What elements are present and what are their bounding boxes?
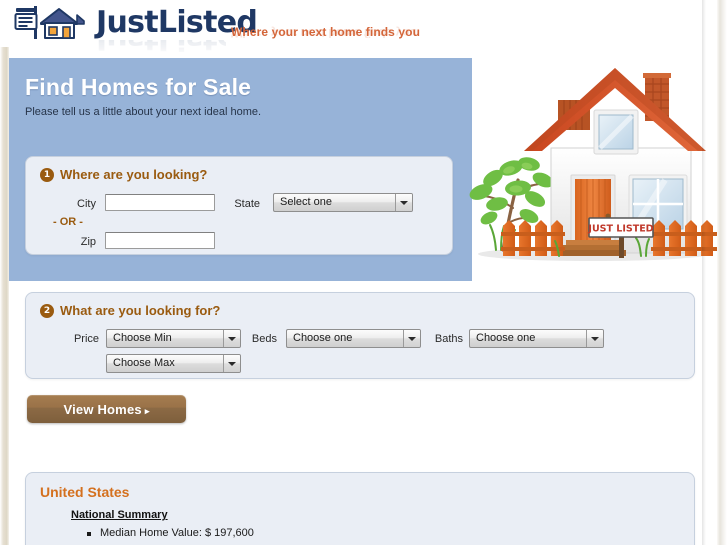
chevron-down-icon[interactable] xyxy=(586,330,603,347)
state-select[interactable]: Select one xyxy=(273,193,413,212)
view-homes-label: View Homes xyxy=(63,401,142,417)
baths-value: Choose one xyxy=(476,332,536,344)
view-homes-button[interactable]: View Homes ▸ xyxy=(27,395,186,423)
step-2-title: What are you looking for? xyxy=(60,303,221,318)
page-right-edge xyxy=(717,0,727,545)
beds-select[interactable]: Choose one xyxy=(286,329,421,348)
baths-label: Baths xyxy=(434,333,463,345)
step-2-heading: 2 What are you looking for? xyxy=(40,303,220,318)
baths-select[interactable]: Choose one xyxy=(469,329,604,348)
national-info-panel: United States National Summary Median Ho… xyxy=(25,472,695,545)
site-logo[interactable]: JustListed xyxy=(14,4,258,42)
price-min-select[interactable]: Choose Min xyxy=(106,329,241,348)
step-2-card: 2 What are you looking for? Price Choose… xyxy=(25,292,695,379)
site-header: JustListed JustListed Where your next ho… xyxy=(0,0,727,57)
chevron-down-icon[interactable] xyxy=(223,355,240,372)
national-summary-list: Median Home Value: $ 197,600 Median Prop… xyxy=(86,525,255,545)
state-label: State xyxy=(234,198,260,210)
step-1-title: Where are you looking? xyxy=(60,167,208,182)
zip-label: Zip xyxy=(80,236,96,248)
city-label: City xyxy=(77,198,96,210)
list-item: Median Home Value: $ 197,600 xyxy=(86,525,255,542)
chevron-down-icon[interactable] xyxy=(403,330,420,347)
step-1-heading: 1 Where are you looking? xyxy=(40,167,207,182)
step-1-badge: 1 xyxy=(40,167,54,182)
page-right-shadow xyxy=(702,0,706,545)
region-title: United States xyxy=(40,484,130,500)
house-with-sign-icon xyxy=(14,5,92,41)
chevron-down-icon[interactable] xyxy=(395,194,412,211)
step-2-badge: 2 xyxy=(40,303,54,318)
page-subtitle: Please tell us a little about your next … xyxy=(25,106,262,118)
step-1-card: 1 Where are you looking? City State Sele… xyxy=(25,156,453,255)
page-root: JustListed JustListed Where your next ho… xyxy=(0,0,727,545)
price-label: Price xyxy=(73,333,99,345)
house-with-tree-and-fence-illustration: JUST LISTED xyxy=(463,58,718,281)
yard-sign-label: JUST LISTED xyxy=(589,219,653,238)
logo-reflection-text: JustListed xyxy=(96,40,226,56)
beds-value: Choose one xyxy=(293,332,353,344)
beds-label: Beds xyxy=(251,333,277,345)
price-max-select[interactable]: Choose Max xyxy=(106,354,241,373)
page-left-edge xyxy=(0,47,9,545)
or-separator-label: - OR - xyxy=(53,216,83,228)
state-select-value: Select one xyxy=(280,196,332,208)
national-summary-heading: National Summary xyxy=(71,509,168,521)
page-title: Find Homes for Sale xyxy=(25,74,252,100)
price-max-value: Choose Max xyxy=(113,357,175,369)
zip-input[interactable] xyxy=(105,232,215,249)
arrow-right-icon: ▸ xyxy=(144,405,150,416)
city-input[interactable] xyxy=(105,194,215,211)
site-tagline-reflection: Where your next home finds you xyxy=(231,26,418,40)
price-min-value: Choose Min xyxy=(113,332,172,344)
logo-reflection: JustListed xyxy=(14,40,226,57)
chevron-down-icon[interactable] xyxy=(223,330,240,347)
